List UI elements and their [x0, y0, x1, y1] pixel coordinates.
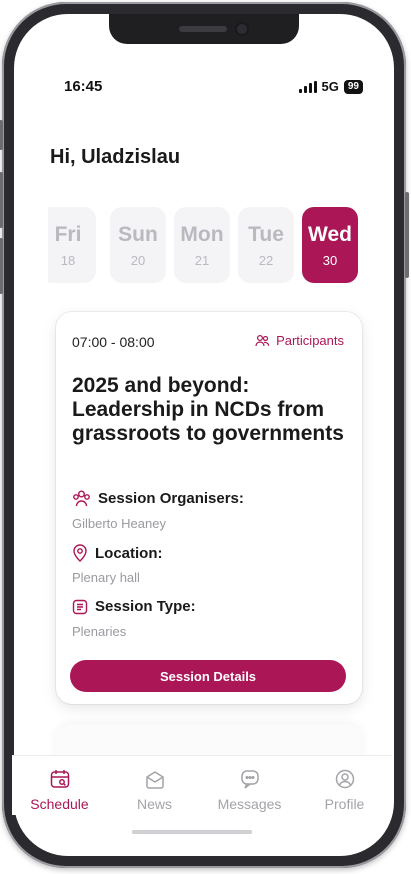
tab-label: Profile	[324, 796, 365, 812]
day-name: Tue	[248, 222, 284, 246]
day-item-wed[interactable]: Wed 30	[302, 207, 358, 283]
network-type: 5G	[321, 79, 339, 94]
bottom-tab-bar: Schedule News Messages Profile	[12, 755, 392, 815]
participants-icon	[255, 334, 270, 346]
speaker	[179, 26, 227, 32]
day-date: 20	[130, 252, 146, 268]
status-time: 16:45	[64, 78, 103, 95]
side-button	[0, 238, 3, 294]
tab-schedule[interactable]: Schedule	[20, 768, 100, 812]
day-name: Wed	[308, 222, 352, 246]
day-date: 21	[194, 252, 210, 268]
notch	[109, 14, 299, 44]
location-pin-icon	[73, 544, 87, 562]
organisers-icon	[73, 490, 90, 507]
greeting: Hi, Uladzislau	[50, 146, 181, 168]
message-icon	[240, 770, 259, 789]
location-label: Location:	[72, 544, 163, 562]
day-item-sun[interactable]: Sun 20	[110, 207, 166, 283]
participants-label: Participants	[276, 333, 344, 348]
session-type-value: Plenaries	[72, 624, 127, 639]
organisers-label: Session Organisers:	[72, 490, 244, 507]
day-name: Sun	[118, 222, 158, 246]
status-bar: 16:45 5G 99	[64, 78, 363, 95]
day-item-fri[interactable]: Fri 18	[48, 207, 96, 283]
profile-icon	[335, 769, 354, 789]
side-button	[405, 192, 409, 278]
tab-label: Messages	[217, 796, 282, 812]
day-name: Mon	[180, 222, 224, 246]
day-date: 22	[258, 252, 274, 268]
day-item-tue[interactable]: Tue 22	[238, 207, 294, 283]
news-icon	[145, 771, 164, 789]
tab-messages[interactable]: Messages	[210, 768, 290, 812]
side-button	[0, 172, 3, 228]
session-time: 07:00 - 08:00	[72, 334, 155, 350]
day-item-mon[interactable]: Mon 21	[174, 207, 230, 283]
participants-link[interactable]: Participants	[255, 333, 344, 348]
session-type-label: Session Type:	[72, 598, 196, 615]
day-date: 18	[60, 252, 76, 268]
tab-profile[interactable]: Profile	[305, 768, 385, 812]
document-icon	[72, 599, 88, 614]
day-name: Fri	[54, 222, 82, 246]
home-indicator[interactable]	[132, 830, 252, 834]
session-details-button[interactable]: Session Details	[70, 660, 346, 692]
status-indicators: 5G 99	[298, 79, 363, 94]
side-button	[0, 120, 3, 150]
tab-label: Schedule	[30, 796, 89, 812]
battery-icon: 99	[343, 79, 363, 94]
organisers-value: Gilberto Heaney	[72, 516, 166, 531]
day-date: 30	[322, 252, 338, 268]
calendar-icon	[50, 770, 69, 788]
tab-label: News	[136, 796, 172, 812]
session-card[interactable]: 07:00 - 08:00 Participants 2025 and beyo…	[56, 312, 362, 704]
location-value: Plenary hall	[72, 570, 140, 585]
signal-icon	[298, 80, 317, 93]
camera	[237, 24, 247, 34]
day-selector[interactable]: Fri 18 Sun 20 Mon 21 Tue 22 Wed 30	[48, 207, 368, 285]
tab-news[interactable]: News	[115, 768, 195, 812]
session-title: 2025 and beyond: Leadership in NCDs from…	[72, 374, 344, 445]
